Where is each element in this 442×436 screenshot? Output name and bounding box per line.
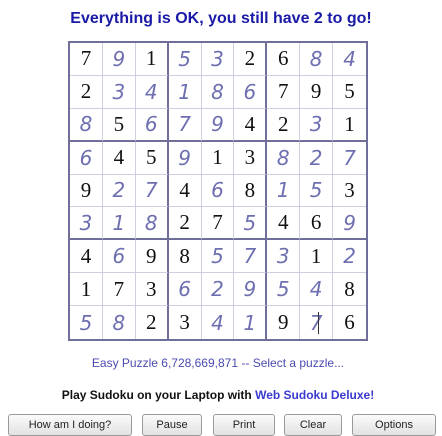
cell-r5c0[interactable]: 3 bbox=[70, 207, 103, 241]
cell-r3c4: 1 bbox=[201, 141, 235, 175]
cell-r5c6: 4 bbox=[267, 207, 301, 241]
cell-r7c2: 3 bbox=[135, 273, 169, 307]
cell-r4c5: 8 bbox=[234, 174, 268, 208]
cell-r6c6[interactable]: 3 bbox=[267, 240, 301, 274]
cell-r2c8: 1 bbox=[333, 109, 366, 142]
cell-r0c6: 6 bbox=[267, 43, 301, 76]
cell-r7c6[interactable]: 5 bbox=[267, 273, 301, 307]
cell-r5c3: 2 bbox=[168, 207, 202, 241]
cell-r7c5[interactable]: 9 bbox=[234, 273, 268, 307]
cell-r3c2: 5 bbox=[135, 141, 169, 175]
cell-r5c4: 7 bbox=[201, 207, 235, 241]
cell-r6c0: 4 bbox=[70, 240, 103, 274]
cell-r0c8[interactable]: 4 bbox=[333, 43, 366, 76]
puzzle-level: Easy Puzzle 6,728,669,871 bbox=[91, 356, 239, 370]
cell-r5c8[interactable]: 9 bbox=[333, 207, 366, 241]
clear-button[interactable]: Clear bbox=[284, 414, 342, 436]
button-bar: How am I doing? Pause Print Clear Option… bbox=[8, 414, 438, 436]
cell-r4c7[interactable]: 5 bbox=[300, 174, 334, 208]
cell-r7c8: 8 bbox=[333, 273, 366, 307]
cell-r1c8: 5 bbox=[333, 76, 366, 109]
puzzle-separator: -- bbox=[238, 356, 253, 370]
cell-r1c7: 9 bbox=[300, 75, 334, 109]
cell-r7c3[interactable]: 6 bbox=[168, 273, 202, 307]
cell-r3c5: 3 bbox=[234, 141, 268, 175]
cell-r3c7[interactable]: 2 bbox=[300, 141, 334, 175]
cell-r0c7[interactable]: 8 bbox=[300, 43, 334, 76]
cell-r5c1[interactable]: 1 bbox=[102, 207, 136, 241]
cell-r5c5[interactable]: 5 bbox=[234, 207, 268, 241]
cell-r2c6: 2 bbox=[267, 108, 301, 142]
print-button[interactable]: Print bbox=[213, 414, 275, 436]
cell-r1c5[interactable]: 6 bbox=[234, 75, 268, 109]
cell-r3c3[interactable]: 9 bbox=[168, 141, 202, 175]
cell-r8c8: 6 bbox=[344, 310, 355, 335]
cell-r2c1: 5 bbox=[102, 108, 136, 142]
cell-r0c5: 2 bbox=[234, 43, 268, 76]
cell-r2c0[interactable]: 8 bbox=[70, 108, 103, 142]
cell-r6c4[interactable]: 5 bbox=[201, 240, 235, 274]
cell-r2c7[interactable]: 3 bbox=[300, 108, 334, 142]
cell-r2c2[interactable]: 6 bbox=[135, 108, 169, 142]
cell-r4c1[interactable]: 2 bbox=[102, 174, 136, 208]
puzzle-info: Easy Puzzle 6,728,669,871 -- Select a pu… bbox=[0, 356, 436, 370]
cell-r7c0: 1 bbox=[70, 273, 103, 307]
cell-r1c2[interactable]: 4 bbox=[135, 75, 169, 109]
cell-r8c7[interactable]: 7 bbox=[300, 306, 334, 339]
cell-r6c5[interactable]: 7 bbox=[234, 240, 268, 274]
cell-r4c4[interactable]: 6 bbox=[201, 174, 235, 208]
cell-r1c4[interactable]: 8 bbox=[201, 75, 235, 109]
cell-r8c0[interactable]: 5 bbox=[70, 306, 103, 339]
cell-r0c3[interactable]: 5 bbox=[168, 43, 202, 76]
cell-r6c2: 9 bbox=[135, 240, 169, 274]
cell-r2c4[interactable]: 9 bbox=[201, 108, 235, 142]
cell-r8c2: 2 bbox=[136, 306, 169, 339]
promo-text: Play Sudoku on your Laptop with bbox=[61, 388, 256, 402]
cell-r1c3[interactable]: 1 bbox=[168, 75, 202, 109]
cell-r4c2[interactable]: 7 bbox=[135, 174, 169, 208]
cell-r6c8[interactable]: 2 bbox=[333, 240, 366, 274]
cell-r4c6[interactable]: 1 bbox=[267, 174, 301, 208]
web-sudoku-deluxe-link[interactable]: Web Sudoku Deluxe! bbox=[255, 388, 374, 402]
status-message: Everything is OK, you still have 2 to go… bbox=[70, 10, 372, 27]
cell-r6c7: 1 bbox=[300, 240, 334, 274]
select-puzzle-link[interactable]: Select a puzzle... bbox=[253, 356, 344, 370]
cell-r8c3: 3 bbox=[169, 306, 202, 339]
how-am-i-doing-button[interactable]: How am I doing? bbox=[8, 414, 132, 436]
cell-r1c0: 2 bbox=[70, 75, 103, 109]
cell-r2c5: 4 bbox=[234, 108, 268, 142]
pause-button[interactable]: Pause bbox=[142, 414, 202, 436]
cell-r0c0: 7 bbox=[70, 43, 103, 76]
cell-r2c3[interactable]: 7 bbox=[168, 108, 202, 142]
cell-r1c6: 7 bbox=[267, 75, 301, 109]
cell-r6c1[interactable]: 6 bbox=[102, 240, 136, 274]
cell-r3c0[interactable]: 6 bbox=[70, 141, 103, 175]
cell-r5c2[interactable]: 8 bbox=[135, 207, 169, 241]
cell-r0c1[interactable]: 9 bbox=[102, 43, 136, 76]
sudoku-board: 7915326842341867958567942316459138279274… bbox=[68, 41, 368, 341]
cell-r3c6[interactable]: 8 bbox=[267, 141, 301, 175]
cell-r6c3: 8 bbox=[168, 240, 202, 274]
cell-r0c2: 1 bbox=[135, 43, 169, 76]
cell-r3c1: 4 bbox=[102, 141, 136, 175]
cell-r8c5[interactable]: 1 bbox=[234, 306, 268, 339]
cell-r4c0: 9 bbox=[70, 174, 103, 208]
cell-r7c4[interactable]: 2 bbox=[201, 273, 235, 307]
cell-r7c1: 7 bbox=[102, 273, 136, 307]
cell-r4c8: 3 bbox=[333, 175, 366, 208]
promo-line: Play Sudoku on your Laptop with Web Sudo… bbox=[0, 388, 436, 402]
cell-r0c4[interactable]: 3 bbox=[201, 43, 235, 76]
cell-r1c1[interactable]: 3 bbox=[102, 75, 136, 109]
cell-r7c7[interactable]: 4 bbox=[300, 273, 334, 307]
cell-r8c6: 9 bbox=[267, 306, 301, 339]
cell-r3c8[interactable]: 7 bbox=[333, 142, 366, 175]
cell-r8c1[interactable]: 8 bbox=[103, 306, 136, 339]
cell-r5c7: 6 bbox=[300, 207, 334, 241]
options-button[interactable]: Options bbox=[352, 414, 436, 436]
cell-r4c3: 4 bbox=[168, 174, 202, 208]
cell-r8c4[interactable]: 4 bbox=[202, 306, 235, 339]
